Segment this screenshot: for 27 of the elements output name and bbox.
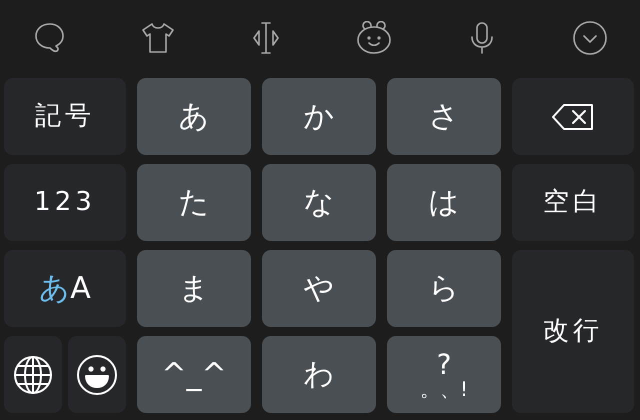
emoji-key[interactable] bbox=[68, 336, 126, 413]
punctuation-key[interactable]: ? 。、! bbox=[387, 336, 501, 413]
key[interactable]: 空白 bbox=[512, 164, 634, 241]
key[interactable]: ま bbox=[137, 250, 251, 327]
globe-icon bbox=[13, 354, 53, 394]
mode-key[interactable]: あA bbox=[4, 250, 126, 327]
key[interactable]: あ bbox=[137, 78, 251, 155]
shirt-icon bbox=[139, 20, 177, 54]
key[interactable]: さ bbox=[387, 78, 501, 155]
key[interactable]: わ bbox=[262, 336, 376, 413]
bear-face-icon bbox=[355, 20, 393, 54]
key[interactable]: な bbox=[262, 164, 376, 241]
key[interactable]: や bbox=[262, 250, 376, 327]
key[interactable]: は bbox=[387, 164, 501, 241]
key[interactable]: か bbox=[262, 78, 376, 155]
enter-key[interactable]: 改行 bbox=[512, 250, 634, 413]
backspace-icon bbox=[550, 102, 596, 132]
smiley-icon bbox=[76, 354, 118, 396]
key[interactable]: 記号 bbox=[4, 78, 126, 155]
key[interactable]: 123 bbox=[4, 164, 126, 241]
key[interactable]: ら bbox=[387, 250, 501, 327]
chevron-down-icon bbox=[572, 20, 608, 56]
key[interactable]: ^_^ bbox=[137, 336, 251, 413]
globe-key[interactable] bbox=[4, 336, 62, 413]
backspace-key[interactable] bbox=[512, 78, 634, 155]
key[interactable]: た bbox=[137, 164, 251, 241]
speech-bubble-icon bbox=[33, 20, 67, 54]
